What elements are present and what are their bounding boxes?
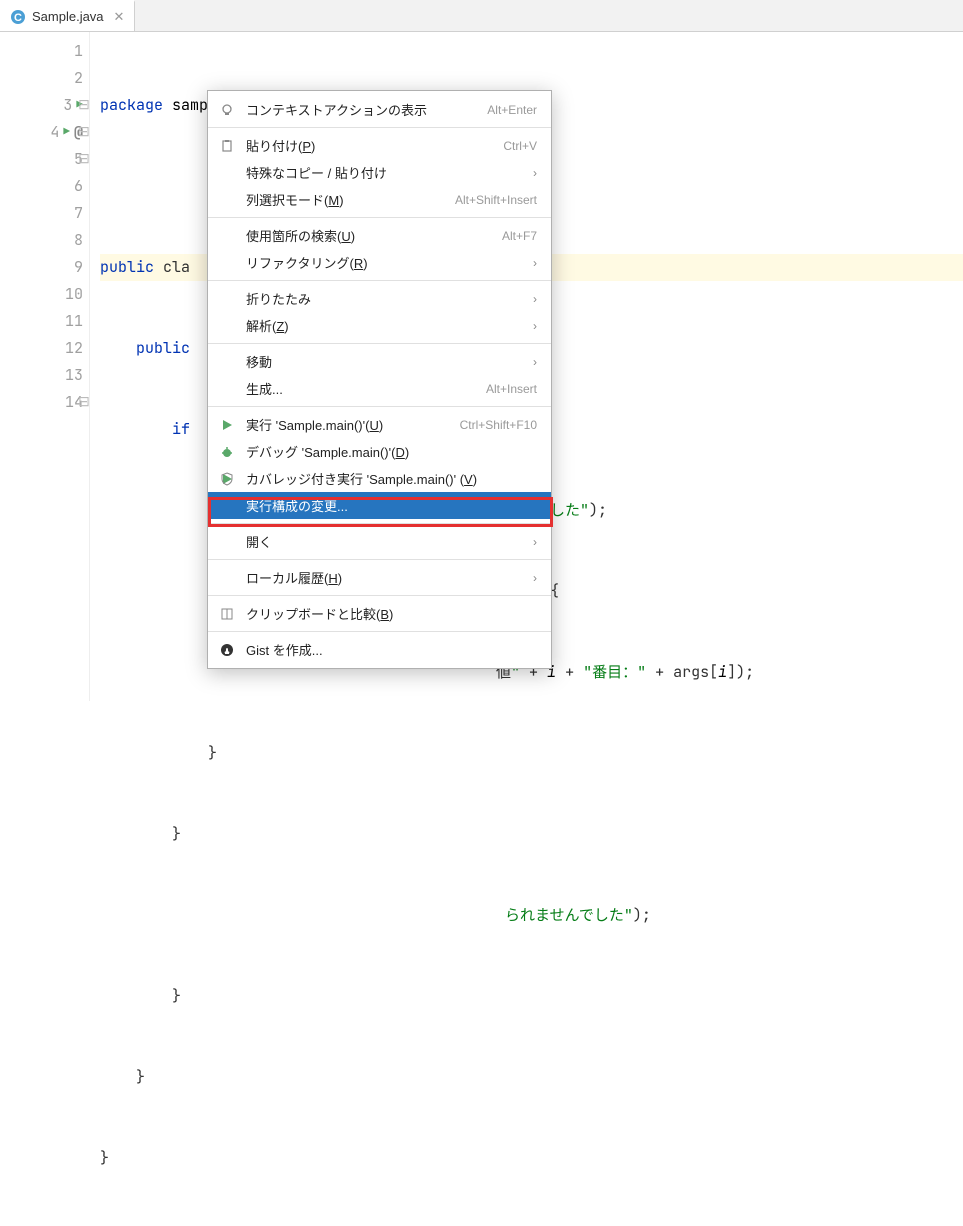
menu-generate[interactable]: 生成... Alt+Insert <box>208 375 551 402</box>
menu-goto[interactable]: 移動 › <box>208 348 551 375</box>
submenu-arrow-icon: › <box>533 166 537 180</box>
paste-icon <box>220 139 234 153</box>
menu-separator <box>208 559 551 560</box>
fold-toggle-icon[interactable]: ⊟ <box>78 119 90 146</box>
context-menu: コンテキストアクションの表示 Alt+Enter 貼り付け(P) Ctrl+V … <box>207 90 552 669</box>
menu-separator <box>208 343 551 344</box>
menu-separator <box>208 523 551 524</box>
coverage-icon <box>220 472 234 486</box>
bug-icon <box>220 445 234 459</box>
line-gutter: 1 2 3▶ 4▶@ 5 6 7 8 9 10 11 12 13 14 ⊟ ⊟ … <box>0 32 90 701</box>
svg-text:C: C <box>14 12 22 24</box>
fold-toggle-icon[interactable]: ⊟ <box>78 389 90 416</box>
fold-toggle-icon[interactable]: ⊟ <box>78 92 90 119</box>
submenu-arrow-icon: › <box>533 319 537 333</box>
menu-column-mode[interactable]: 列選択モード(M) Alt+Shift+Insert <box>208 186 551 213</box>
run-gutter-icon[interactable]: ▶ <box>63 119 70 146</box>
menu-compare-clipboard[interactable]: クリップボードと比較(B) <box>208 600 551 627</box>
menu-separator <box>208 217 551 218</box>
bulb-icon <box>220 103 234 117</box>
fold-toggle-icon[interactable]: ⊟ <box>78 146 90 173</box>
tab-filename: Sample.java <box>32 9 104 24</box>
menu-create-gist[interactable]: Gist を作成... <box>208 636 551 663</box>
menu-folding[interactable]: 折りたたみ › <box>208 285 551 312</box>
menu-local-history[interactable]: ローカル履歴(H) › <box>208 564 551 591</box>
menu-analyze[interactable]: 解析(Z) › <box>208 312 551 339</box>
menu-coverage[interactable]: カバレッジ付き実行 'Sample.main()' (V) <box>208 465 551 492</box>
menu-separator <box>208 631 551 632</box>
menu-modify-run-config[interactable]: 実行構成の変更... <box>208 492 551 519</box>
menu-run[interactable]: 実行 'Sample.main()'(U) Ctrl+Shift+F10 <box>208 411 551 438</box>
menu-show-context-actions[interactable]: コンテキストアクションの表示 Alt+Enter <box>208 96 551 123</box>
submenu-arrow-icon: › <box>533 292 537 306</box>
menu-open[interactable]: 開く › <box>208 528 551 555</box>
menu-separator <box>208 595 551 596</box>
github-icon <box>220 643 234 657</box>
menu-refactor[interactable]: リファクタリング(R) › <box>208 249 551 276</box>
menu-paste[interactable]: 貼り付け(P) Ctrl+V <box>208 132 551 159</box>
run-icon <box>220 418 234 432</box>
submenu-arrow-icon: › <box>533 535 537 549</box>
submenu-arrow-icon: › <box>533 571 537 585</box>
class-file-icon: C <box>10 9 26 25</box>
menu-separator <box>208 406 551 407</box>
menu-debug[interactable]: デバッグ 'Sample.main()'(D) <box>208 438 551 465</box>
menu-special-paste[interactable]: 特殊なコピー / 貼り付け › <box>208 159 551 186</box>
submenu-arrow-icon: › <box>533 256 537 270</box>
diff-icon <box>220 607 234 621</box>
menu-separator <box>208 127 551 128</box>
tab-bar: C Sample.java ✕ <box>0 0 963 32</box>
close-icon[interactable]: ✕ <box>114 9 125 25</box>
editor-tab-sample[interactable]: C Sample.java ✕ <box>0 0 135 31</box>
menu-separator <box>208 280 551 281</box>
submenu-arrow-icon: › <box>533 355 537 369</box>
menu-find-usages[interactable]: 使用箇所の検索(U) Alt+F7 <box>208 222 551 249</box>
